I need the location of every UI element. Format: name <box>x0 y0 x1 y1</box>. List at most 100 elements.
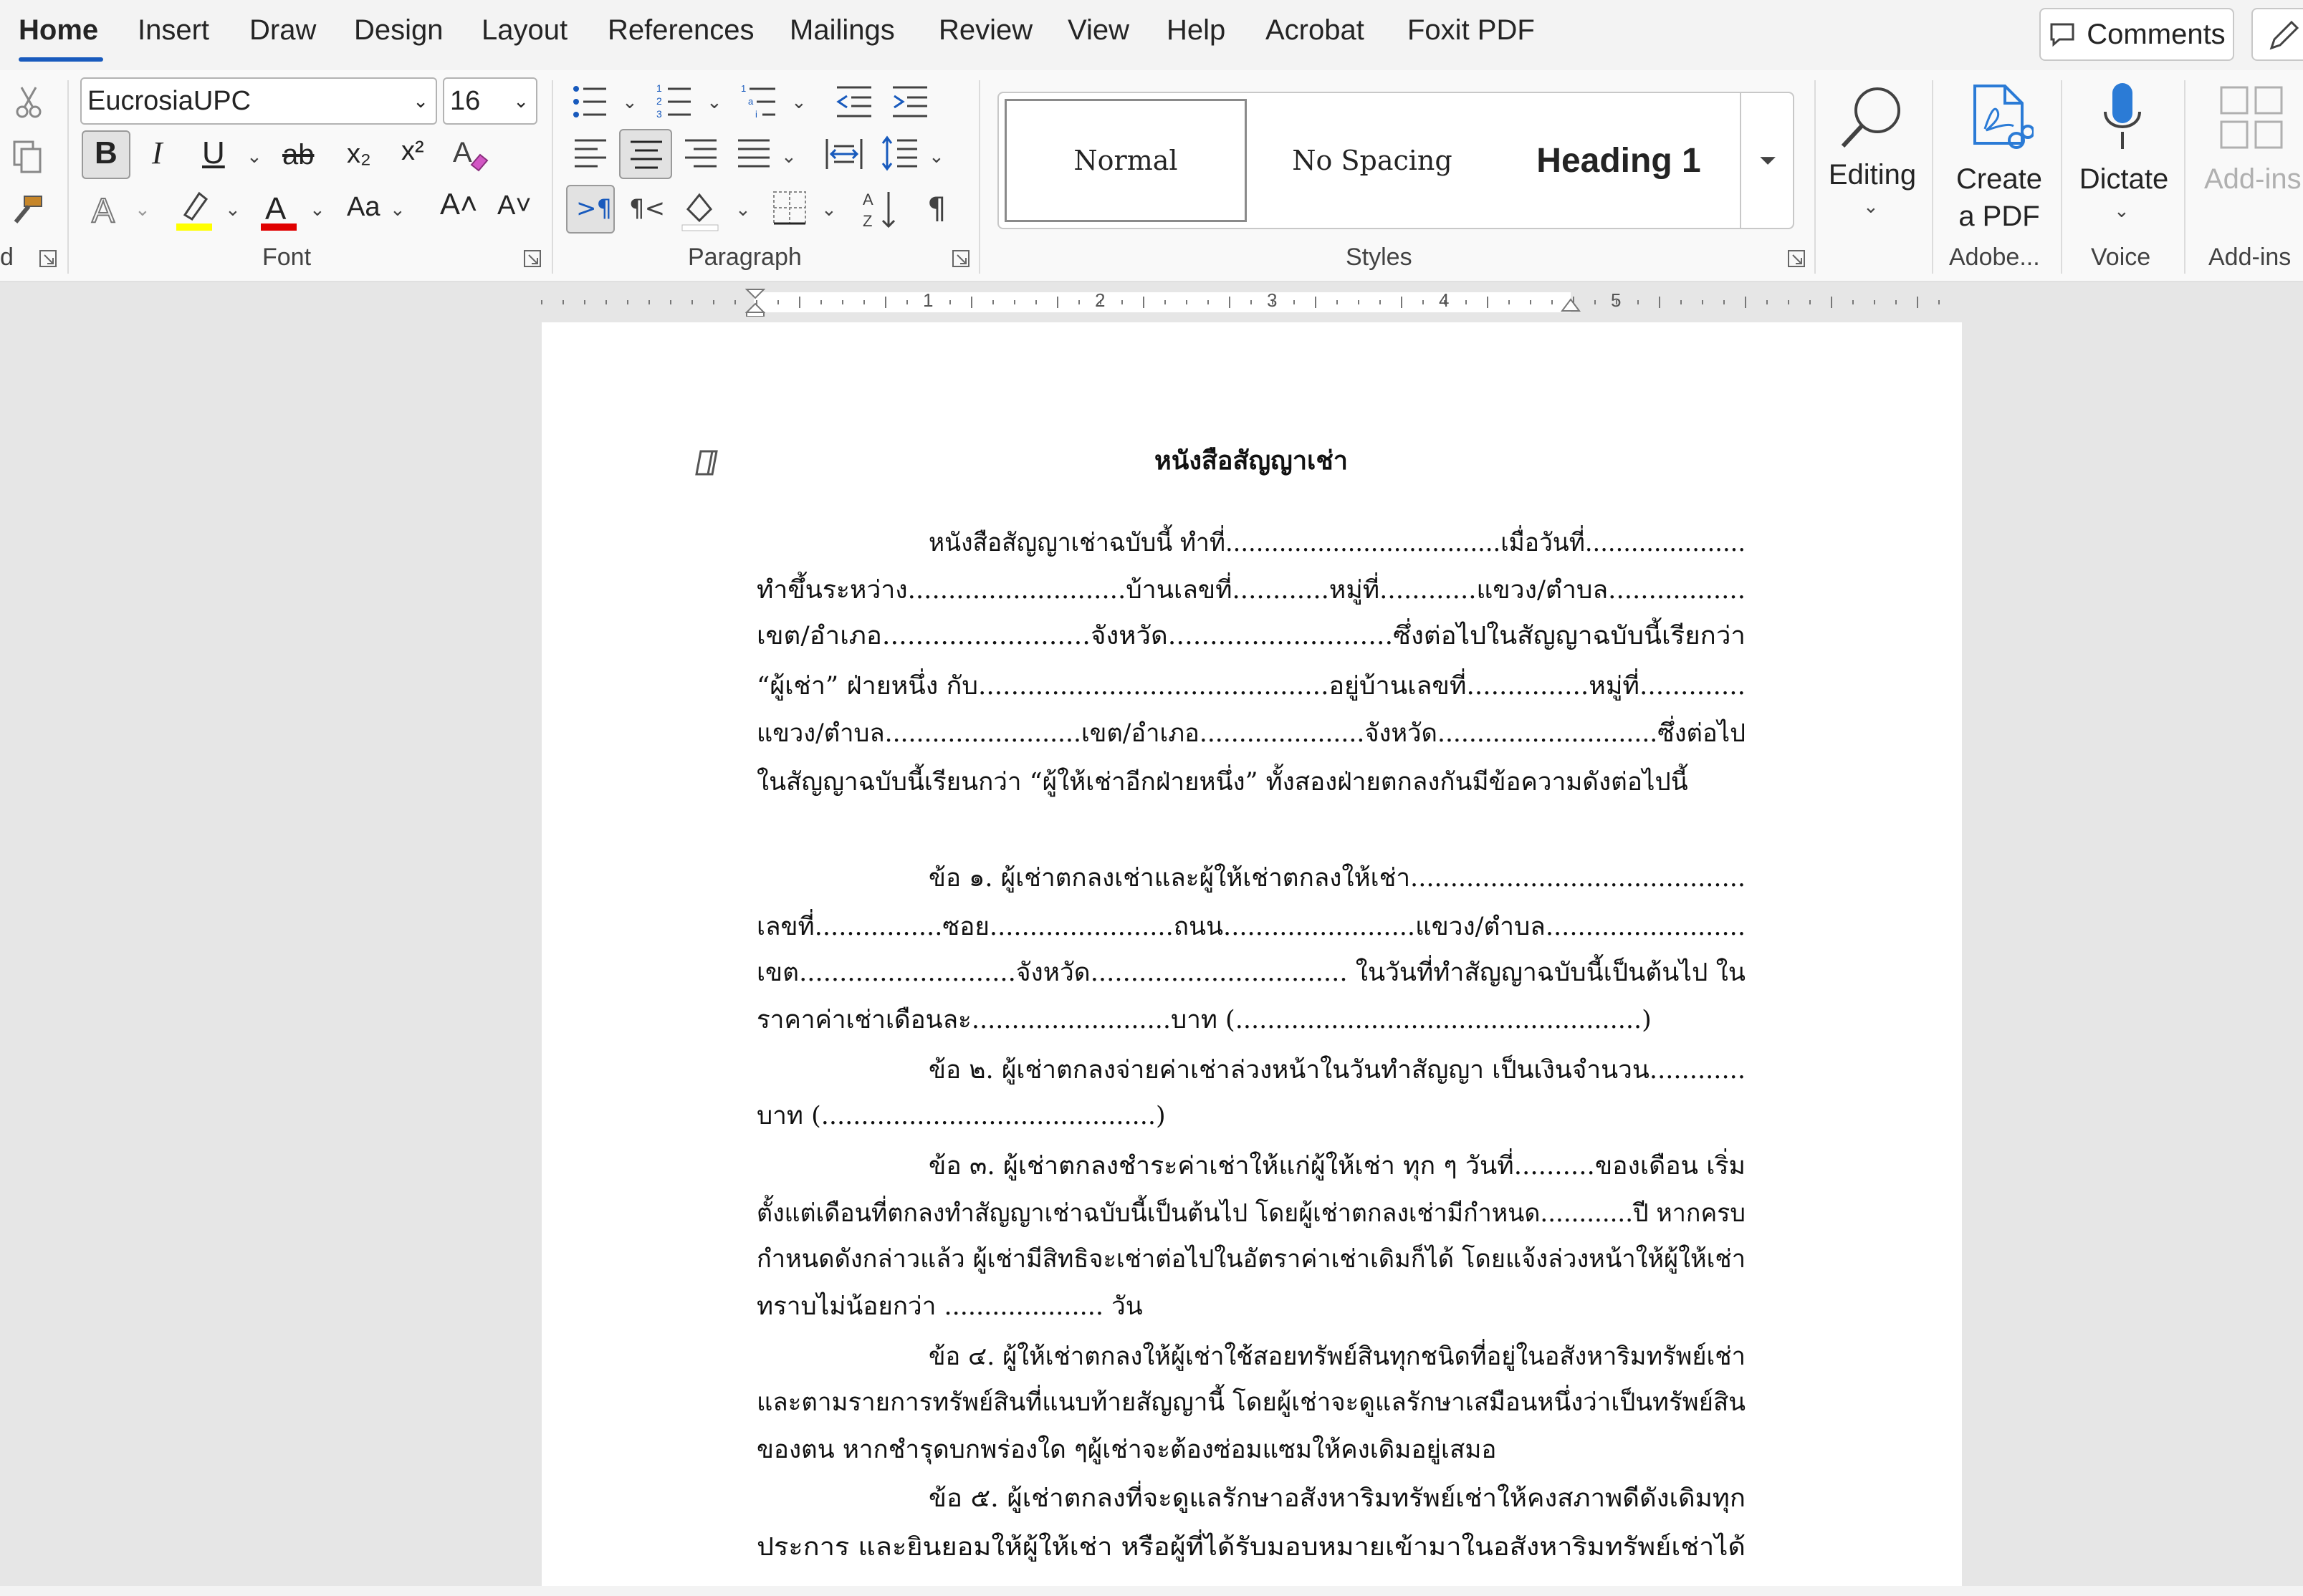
borders-icon[interactable] <box>771 189 808 226</box>
dictate-button[interactable]: Dictate <box>2074 163 2174 196</box>
subscript-button[interactable]: x₂ <box>347 140 371 168</box>
shading-dropdown-icon[interactable]: ⌄ <box>735 201 751 219</box>
comments-button[interactable]: Comments <box>2039 8 2234 61</box>
tab-view[interactable]: View <box>1068 14 1129 47</box>
editing-dropdown-icon[interactable]: ⌄ <box>1863 198 1879 216</box>
align-left-icon[interactable] <box>572 136 609 172</box>
italic-button[interactable]: I <box>152 138 163 169</box>
document-line[interactable]: บาท (...................................… <box>757 1096 1166 1135</box>
create-pdf-label-line1[interactable]: Create <box>1949 163 2049 196</box>
clear-formatting-icon[interactable]: A <box>450 133 493 176</box>
strikethrough-button[interactable]: ab <box>282 140 315 169</box>
document-line[interactable]: แขวง/ตำบล.........................เขต/อำ… <box>757 713 1746 753</box>
microphone-icon[interactable] <box>2099 80 2145 158</box>
tab-layout[interactable]: Layout <box>482 14 568 47</box>
right-to-left-icon[interactable]: ¶< <box>629 196 665 221</box>
document-line[interactable]: ข้อ ๓. ผู้เช่าตกลงชำระค่าเช่าให้แก่ผู้ให… <box>929 1146 1746 1186</box>
styles-more-button[interactable]: ⏷ <box>1740 92 1794 229</box>
justify-icon[interactable] <box>735 136 772 172</box>
paragraph-launcher-icon[interactable] <box>952 249 970 268</box>
clipboard-launcher-icon[interactable] <box>39 249 57 268</box>
tab-foxit-pdf[interactable]: Foxit PDF <box>1407 14 1535 47</box>
chevron-down-icon[interactable]: ⌄ <box>513 90 529 112</box>
horizontal-ruler[interactable]: 1 2 3 4 5 <box>539 288 1960 317</box>
ltr-button[interactable]: >¶ <box>566 185 615 234</box>
bullets-icon[interactable] <box>570 82 611 122</box>
font-color-dropdown-icon[interactable]: ⌄ <box>310 201 325 219</box>
style-heading-1[interactable]: Heading 1 <box>1498 99 1740 222</box>
change-case-button[interactable]: Aa <box>347 193 380 221</box>
font-name-combo[interactable]: EucrosiaUPC ⌄ <box>80 77 437 125</box>
document-line[interactable]: เขต/อำเภอ.........................จังหวั… <box>757 616 1746 655</box>
tab-mailings[interactable]: Mailings <box>790 14 895 47</box>
cut-icon[interactable] <box>14 85 43 120</box>
numbering-icon[interactable]: 123 <box>655 82 695 122</box>
tab-help[interactable]: Help <box>1167 14 1225 47</box>
tab-references[interactable]: References <box>608 14 755 47</box>
align-center-button[interactable] <box>619 129 672 179</box>
font-color-icon[interactable]: A <box>259 188 300 232</box>
tab-draw[interactable]: Draw <box>249 14 316 47</box>
multilevel-dropdown-icon[interactable]: ⌄ <box>791 93 807 112</box>
bullets-dropdown-icon[interactable]: ⌄ <box>622 93 638 112</box>
line-spacing-dropdown-icon[interactable]: ⌄ <box>929 148 944 166</box>
decrease-indent-icon[interactable] <box>834 82 874 122</box>
document-line[interactable]: ในสัญญาฉบับนี้เรียนกว่า “ผู้ให้เช่าอีกฝ่… <box>757 762 1688 802</box>
document-line[interactable]: ทำขึ้นระหว่าง...........................… <box>757 570 1746 610</box>
editing-button[interactable]: Editing <box>1826 159 1919 191</box>
align-right-icon[interactable] <box>682 136 719 172</box>
text-effects-dropdown-icon[interactable]: ⌄ <box>135 201 150 219</box>
thai-distribute-icon[interactable] <box>824 136 864 172</box>
document-line[interactable]: ราคาค่าเช่าเดือนละ......................… <box>757 1000 1652 1039</box>
style-normal[interactable]: Normal <box>1005 99 1247 222</box>
style-no-spacing[interactable]: No Spacing <box>1251 99 1493 222</box>
search-icon[interactable] <box>1834 80 1909 155</box>
document-line[interactable]: หนังสือสัญญาเช่าฉบับนี้ ทำที่...........… <box>929 523 1746 562</box>
document-line[interactable]: “ผู้เช่า” ฝ่ายหนึ่ง กับ.................… <box>757 666 1746 706</box>
document-line[interactable]: ข้อ ๑. ผู้เช่าตกลงเช่าและผู้ให้เช่าตกลงใ… <box>929 858 1746 898</box>
multilevel-list-icon[interactable]: 1ai <box>739 82 780 122</box>
change-case-dropdown-icon[interactable]: ⌄ <box>390 201 406 219</box>
left-indent-marker[interactable] <box>745 288 765 317</box>
document-line[interactable]: ตั้งแต่เดือนที่ตกลงทำสัญญาเช่าฉบับนี้เป็… <box>757 1193 1746 1233</box>
create-pdf-icon[interactable] <box>1969 83 2034 158</box>
editing-mode-button[interactable] <box>2251 8 2303 61</box>
grow-font-button[interactable]: A˄ <box>440 189 478 219</box>
shading-icon[interactable] <box>681 188 721 232</box>
increase-indent-icon[interactable] <box>890 82 930 122</box>
sort-icon[interactable]: AZ <box>861 188 899 231</box>
document-line[interactable]: เขต...........................จังหวัด...… <box>757 953 1746 992</box>
numbering-dropdown-icon[interactable]: ⌄ <box>707 93 722 112</box>
document-title[interactable]: หนังสือสัญญาเช่า <box>757 440 1746 481</box>
create-pdf-label-line2[interactable]: a PDF <box>1949 201 2049 233</box>
line-spacing-icon[interactable] <box>880 133 920 173</box>
document-line[interactable]: กำหนดดังกล่าวแล้ว ผู้เช่ามีสิทธิจะเช่าต่… <box>757 1239 1746 1279</box>
font-size-combo[interactable]: 16 ⌄ <box>443 77 537 125</box>
document-line[interactable]: ของตน หากชำรุดบกพร่องใด ๆผู้เช่าจะต้องซ่… <box>757 1430 1496 1469</box>
add-ins-button[interactable]: Add-ins <box>2204 163 2303 196</box>
underline-dropdown-icon[interactable]: ⌄ <box>246 148 262 166</box>
borders-dropdown-icon[interactable]: ⌄ <box>821 201 837 219</box>
show-formatting-marks-icon[interactable]: ¶ <box>927 193 947 223</box>
format-painter-icon[interactable] <box>10 193 46 225</box>
justify-dropdown-icon[interactable]: ⌄ <box>781 148 797 166</box>
document-line[interactable]: ข้อ ๔. ผู้ให้เช่าตกลงให้ผู้เช่าใช้สอยทรั… <box>929 1337 1746 1376</box>
copy-icon[interactable] <box>10 139 46 175</box>
document-line[interactable]: ข้อ ๕. ผู้เช่าตกลงที่จะดูแลรักษาอสังหาริ… <box>929 1479 1746 1518</box>
underline-button[interactable]: U <box>202 138 225 169</box>
shrink-font-button[interactable]: A˅ <box>497 192 532 219</box>
text-effects-icon[interactable]: A <box>89 189 125 229</box>
highlight-dropdown-icon[interactable]: ⌄ <box>225 201 241 219</box>
document-line[interactable]: เลขที่................ซอย...............… <box>757 907 1746 946</box>
font-launcher-icon[interactable] <box>523 249 542 268</box>
right-indent-marker[interactable] <box>1561 298 1581 317</box>
document-line[interactable]: ประการ และยินยอมให้ผู้ให้เช่า หรือผู้ที่… <box>757 1527 1746 1567</box>
document-line[interactable]: และตามรายการทรัพย์สินที่แนบท้ายสัญญานี้ … <box>757 1383 1746 1422</box>
document-line[interactable]: ข้อ ๒. ผู้เช่าตกลงจ่ายค่าเช่าล่วงหน้าในว… <box>929 1050 1746 1090</box>
superscript-button[interactable]: x² <box>401 138 424 165</box>
tab-review[interactable]: Review <box>939 14 1033 47</box>
tab-insert[interactable]: Insert <box>138 14 209 47</box>
styles-launcher-icon[interactable] <box>1787 249 1806 268</box>
dictate-dropdown-icon[interactable]: ⌄ <box>2114 202 2130 221</box>
highlight-icon[interactable] <box>175 188 215 232</box>
